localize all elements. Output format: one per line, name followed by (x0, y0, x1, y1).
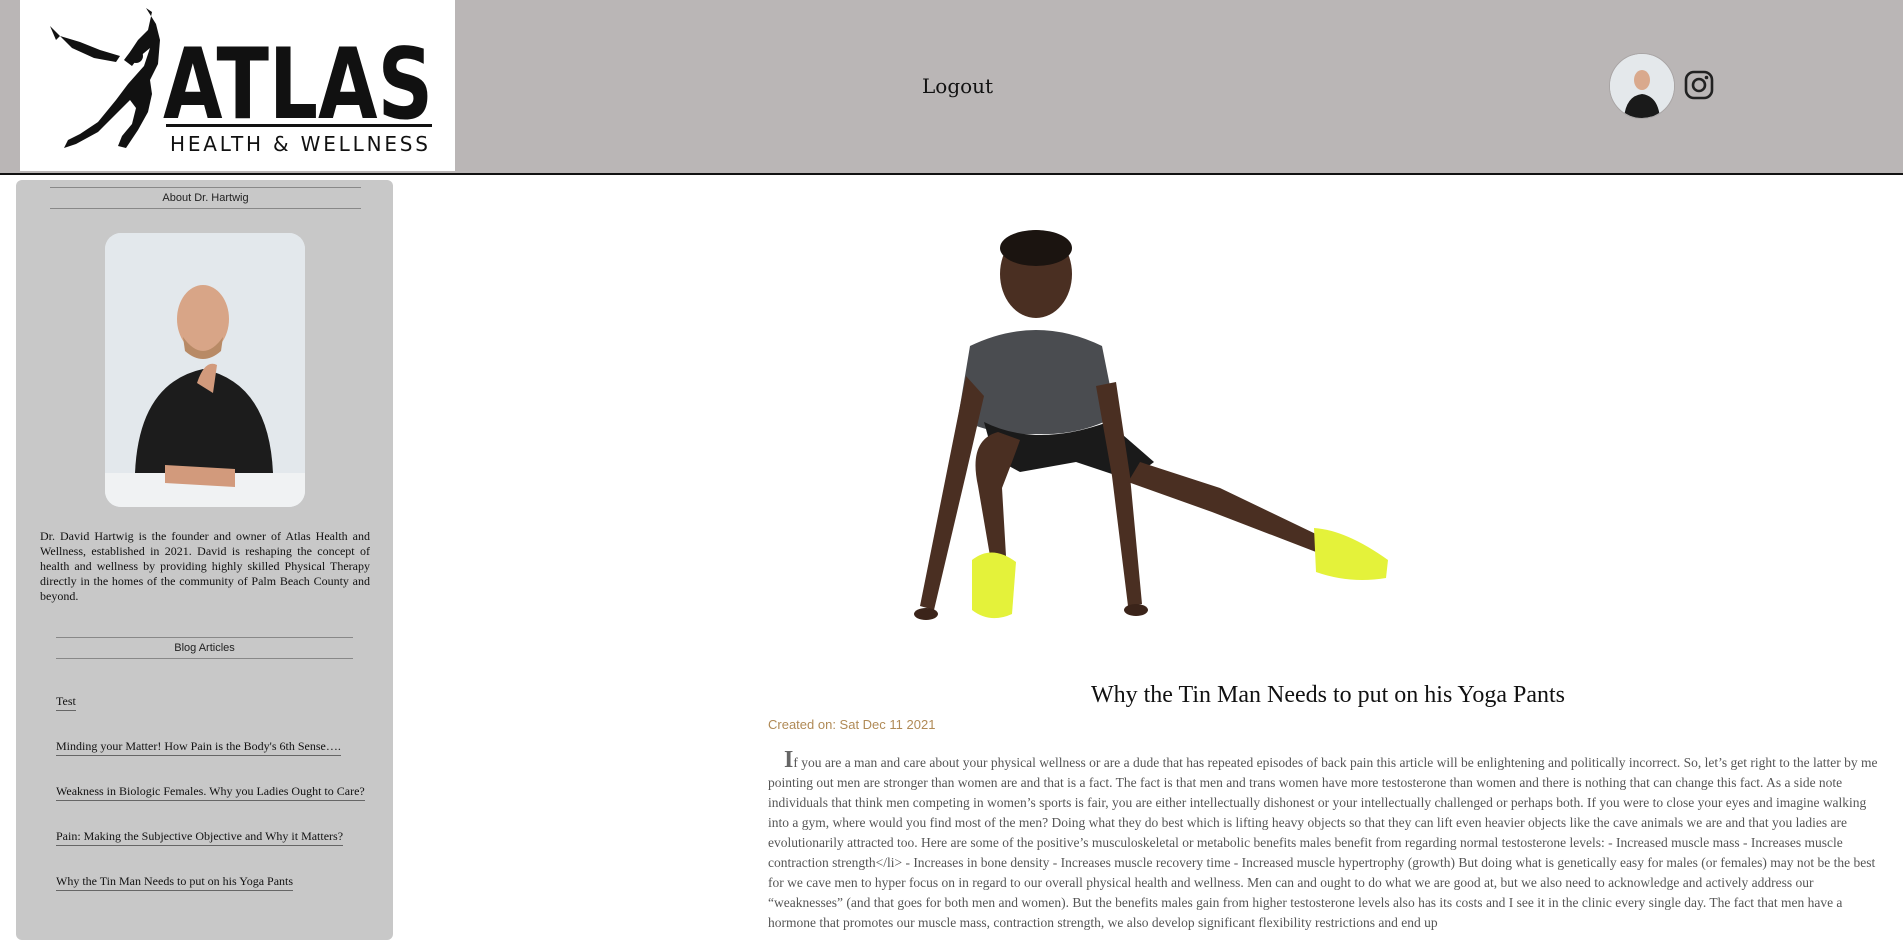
blog-heading: Blog Articles (56, 637, 353, 659)
avatar[interactable] (1609, 53, 1675, 119)
doctor-bio: Dr. David Hartwig is the founder and own… (40, 529, 370, 603)
sidebar: About Dr. Hartwig Dr. David Hartwig is t… (16, 180, 393, 940)
blog-article-link[interactable]: Pain: Making the Subjective Objective an… (56, 829, 344, 846)
article-hero-image (880, 226, 1400, 636)
blog-article-link[interactable]: Why the Tin Man Needs to put on his Yoga… (56, 874, 294, 891)
site-header: ATLAS HEALTH & WELLNESS Logout (0, 0, 1903, 175)
article-body: If you are a man and care about your phy… (768, 747, 1886, 933)
article-body-text: f you are a man and care about your phys… (768, 755, 1878, 930)
blog-article-link[interactable]: Test (56, 694, 76, 711)
atlas-logo[interactable]: ATLAS HEALTH & WELLNESS (20, 0, 455, 171)
logout-link[interactable]: Logout (922, 74, 993, 98)
about-heading: About Dr. Hartwig (50, 187, 361, 209)
article-title: Why the Tin Man Needs to put on his Yoga… (1090, 682, 1566, 708)
instagram-icon[interactable] (1684, 70, 1714, 100)
article-created-date: Created on: Sat Dec 11 2021 (768, 717, 936, 732)
blog-article-link[interactable]: Weakness in Biologic Females. Why you La… (56, 784, 365, 801)
blog-article-link[interactable]: Minding your Matter! How Pain is the Bod… (56, 739, 341, 756)
article-dropcap: I (784, 747, 794, 773)
doctor-portrait (105, 233, 305, 507)
